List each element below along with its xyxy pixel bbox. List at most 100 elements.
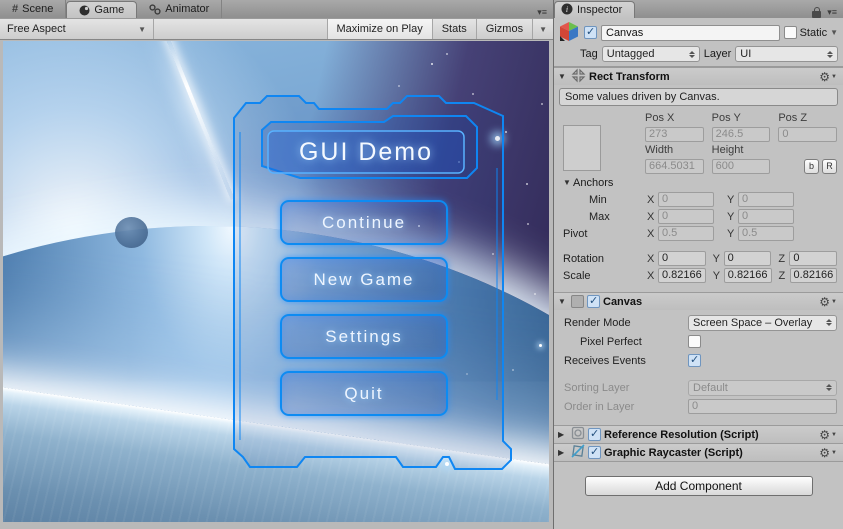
scale-row: Scale X0.82166 Y0.82166 Z0.82166 bbox=[554, 267, 843, 284]
graphic-raycaster-checkbox[interactable] bbox=[588, 446, 601, 459]
min-label: Min bbox=[563, 194, 647, 206]
order-in-layer-field: 0 bbox=[688, 399, 837, 414]
pos-x-field[interactable]: 273 bbox=[645, 127, 704, 142]
add-component-button[interactable]: Add Component bbox=[585, 476, 813, 496]
pos-z-field[interactable]: 0 bbox=[778, 127, 837, 142]
unity-editor-window: # Scene Game Animator ▾≡ Free Aspect ▼ bbox=[0, 0, 843, 529]
scale-z-field[interactable]: 0.82166 bbox=[790, 268, 838, 283]
lock-icon[interactable] bbox=[812, 11, 821, 18]
canvas-enabled-checkbox[interactable] bbox=[587, 295, 600, 308]
static-label: Static bbox=[800, 27, 828, 39]
receives-events-checkbox[interactable] bbox=[688, 354, 701, 367]
rotation-x-field[interactable]: 0 bbox=[658, 251, 706, 266]
tab-animator[interactable]: Animator bbox=[137, 0, 222, 18]
foldout-open-icon[interactable]: ▼ bbox=[558, 297, 568, 306]
tab-game-label: Game bbox=[94, 4, 124, 16]
layer-dropdown[interactable]: UI bbox=[735, 46, 838, 62]
driven-values-notice: Some values driven by Canvas. bbox=[559, 88, 838, 106]
sorting-layer-label: Sorting Layer bbox=[564, 382, 688, 394]
gameobject-header: Static ▼ Tag Untagged Layer UI bbox=[554, 18, 843, 67]
width-field[interactable]: 664.5031 bbox=[645, 159, 704, 174]
blueprint-mode-button[interactable]: b bbox=[804, 159, 819, 174]
tab-game[interactable]: Game bbox=[66, 1, 137, 18]
scale-y-field[interactable]: 0.82166 bbox=[724, 268, 772, 283]
game-panel-menu[interactable]: ▾≡ bbox=[537, 7, 547, 18]
foldout-closed-icon[interactable]: ▶ bbox=[558, 430, 568, 439]
gameobject-cube-icon[interactable] bbox=[558, 21, 580, 45]
render-mode-dropdown[interactable]: Screen Space – Overlay bbox=[688, 315, 837, 331]
rect-transform-header[interactable]: ▼ Rect Transform ⚙▼ bbox=[554, 67, 843, 85]
updown-arrows-icon bbox=[826, 319, 832, 326]
updown-arrows-icon bbox=[689, 51, 695, 58]
pixel-perfect-row: Pixel Perfect bbox=[554, 333, 843, 350]
aspect-label: Free Aspect bbox=[7, 23, 66, 35]
reference-resolution-header[interactable]: ▶ Reference Resolution (Script) ⚙▼ bbox=[554, 425, 843, 443]
raw-edit-mode-button[interactable]: R bbox=[822, 159, 837, 174]
settings-button[interactable]: Settings bbox=[280, 314, 448, 359]
moon bbox=[115, 217, 148, 248]
graphic-raycaster-header[interactable]: ▶ Graphic Raycaster (Script) ⚙▼ bbox=[554, 443, 843, 461]
pixel-perfect-label: Pixel Perfect bbox=[564, 336, 688, 348]
scale-x-field[interactable]: 0.82166 bbox=[658, 268, 706, 283]
render-mode-label: Render Mode bbox=[564, 317, 688, 329]
max-x-field[interactable]: 0 bbox=[658, 209, 714, 224]
tab-scene[interactable]: # Scene bbox=[0, 0, 66, 18]
pivot-y-field[interactable]: 0.5 bbox=[738, 226, 794, 241]
pixel-perfect-checkbox[interactable] bbox=[688, 335, 701, 348]
rect-preview-box bbox=[563, 125, 601, 171]
reference-resolution-checkbox[interactable] bbox=[588, 428, 601, 441]
gizmos-dropdown-caret[interactable]: ▼ bbox=[532, 19, 553, 39]
tab-inspector[interactable]: i Inspector bbox=[554, 1, 635, 18]
canvas-icon bbox=[571, 295, 584, 308]
continue-button[interactable]: Continue bbox=[280, 200, 448, 245]
tag-dropdown[interactable]: Untagged bbox=[602, 46, 700, 62]
rect-transform-position-block: Pos X Pos Y Pos Z 273 246.5 0 Width Heig… bbox=[554, 110, 843, 174]
new-game-button[interactable]: New Game bbox=[280, 257, 448, 302]
max-y-field[interactable]: 0 bbox=[738, 209, 794, 224]
static-checkbox[interactable] bbox=[784, 26, 797, 39]
gear-icon[interactable]: ⚙▼ bbox=[819, 72, 837, 82]
static-dropdown-caret[interactable]: ▼ bbox=[830, 28, 838, 37]
game-icon bbox=[79, 5, 90, 16]
updown-arrows-icon bbox=[827, 51, 833, 58]
min-y-field[interactable]: 0 bbox=[738, 192, 794, 207]
foldout-open-icon[interactable]: ▼ bbox=[558, 72, 568, 81]
pivot-row: Pivot X0.5 Y0.5 bbox=[554, 225, 843, 242]
bright-star bbox=[539, 344, 542, 347]
rotation-row: Rotation X0 Y0 Z0 bbox=[554, 250, 843, 267]
maximize-on-play-button[interactable]: Maximize on Play bbox=[327, 19, 432, 39]
render-mode-row: Render Mode Screen Space – Overlay bbox=[554, 314, 843, 331]
gizmos-button[interactable]: Gizmos bbox=[476, 19, 532, 39]
rotation-z-field[interactable]: 0 bbox=[789, 251, 837, 266]
foldout-open-icon[interactable]: ▼ bbox=[563, 178, 573, 187]
pivot-label: Pivot bbox=[563, 228, 647, 240]
gear-icon[interactable]: ⚙▼ bbox=[819, 448, 837, 458]
pos-z-label: Pos Z bbox=[778, 112, 837, 125]
aspect-dropdown[interactable]: Free Aspect ▼ bbox=[0, 19, 154, 39]
height-field[interactable]: 600 bbox=[712, 159, 771, 174]
info-icon: i bbox=[561, 3, 573, 18]
gear-icon[interactable]: ⚙▼ bbox=[819, 297, 837, 307]
min-x-field[interactable]: 0 bbox=[658, 192, 714, 207]
game-toolbar: Free Aspect ▼ Maximize on Play Stats Giz… bbox=[0, 18, 553, 40]
foldout-closed-icon[interactable]: ▶ bbox=[558, 448, 568, 457]
gameobject-name-field[interactable] bbox=[601, 25, 780, 41]
pos-y-field[interactable]: 246.5 bbox=[712, 127, 771, 142]
gear-icon[interactable]: ⚙▼ bbox=[819, 430, 837, 440]
stats-button[interactable]: Stats bbox=[432, 19, 476, 39]
inspector-panel-menu: ▾≡ bbox=[812, 7, 837, 18]
scene-icon: # bbox=[12, 3, 18, 15]
active-checkbox[interactable] bbox=[584, 26, 597, 39]
sorting-layer-dropdown: Default bbox=[688, 380, 837, 396]
anchors-foldout[interactable]: ▼ Anchors bbox=[554, 174, 843, 191]
canvas-title: Canvas bbox=[603, 296, 642, 308]
sorting-layer-row: Sorting Layer Default bbox=[554, 379, 843, 396]
pivot-x-field[interactable]: 0.5 bbox=[658, 226, 714, 241]
pos-y-label: Pos Y bbox=[712, 112, 771, 125]
inspector-menu-icon[interactable]: ▾≡ bbox=[827, 7, 837, 18]
quit-button[interactable]: Quit bbox=[280, 371, 448, 416]
max-label: Max bbox=[563, 211, 647, 223]
rotation-y-field[interactable]: 0 bbox=[724, 251, 772, 266]
rect-transform-icon bbox=[571, 68, 586, 86]
canvas-component-header[interactable]: ▼ Canvas ⚙▼ bbox=[554, 292, 843, 310]
